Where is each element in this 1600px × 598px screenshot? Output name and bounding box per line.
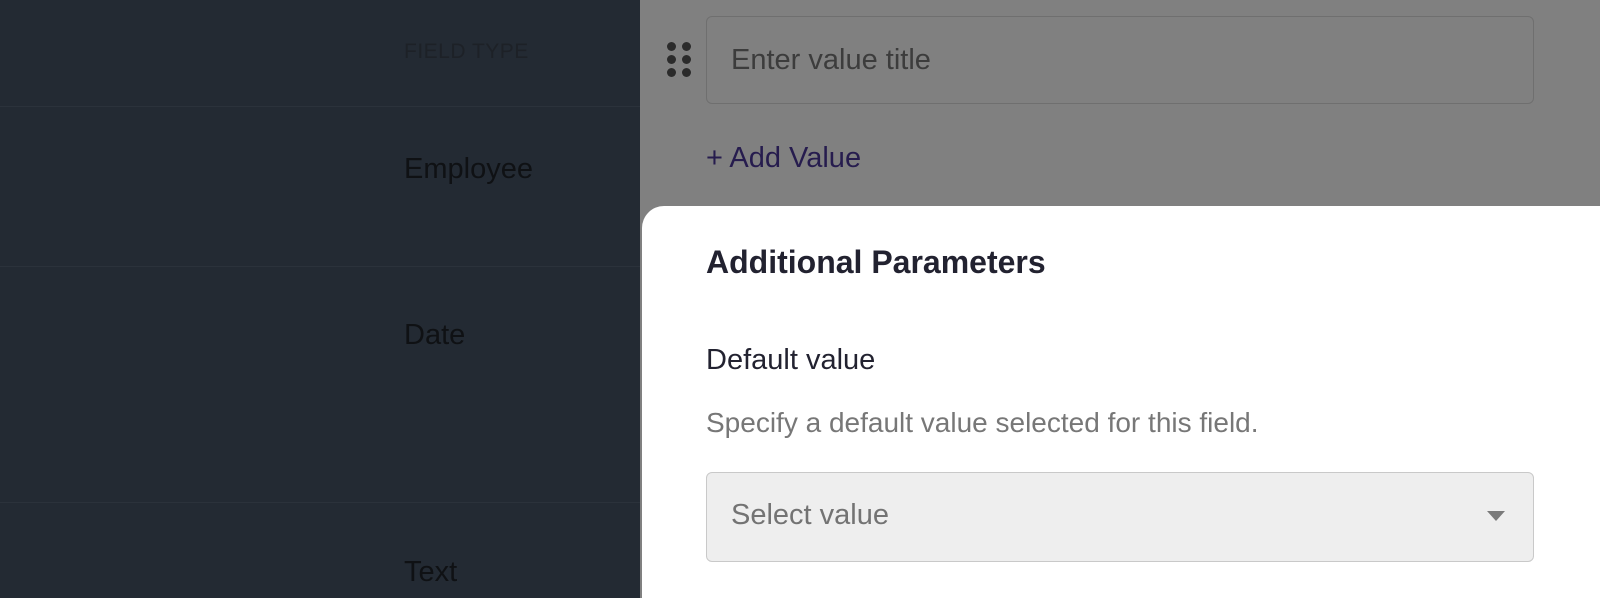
drag-handle-icon[interactable] — [667, 42, 693, 80]
section-title: Additional Parameters — [706, 244, 1046, 280]
table-row: Date — [0, 267, 640, 503]
default-value-label: Default value — [706, 344, 876, 376]
app-root: FIELD TYPE Employee Date Text + Add Valu… — [0, 0, 1600, 598]
field-table-background: FIELD TYPE Employee Date Text — [0, 0, 640, 598]
table-row: Text — [0, 503, 640, 598]
table-header: FIELD TYPE — [0, 0, 640, 107]
field-type-cell: Date — [404, 319, 466, 351]
default-value-help-text: Specify a default value selected for thi… — [706, 407, 1259, 438]
value-title-input[interactable] — [706, 16, 1534, 104]
field-type-cell: Employee — [404, 153, 533, 185]
additional-parameters-section: Additional Parameters Default value Spec… — [642, 206, 1600, 598]
add-value-link[interactable]: + Add Value — [706, 142, 861, 175]
column-header-field-type: FIELD TYPE — [404, 40, 529, 63]
table-row: Employee — [0, 107, 640, 267]
caret-down-icon — [1487, 511, 1505, 521]
field-type-cell: Text — [404, 556, 458, 588]
select-placeholder: Select value — [731, 499, 889, 531]
default-value-select[interactable]: Select value — [706, 472, 1534, 562]
